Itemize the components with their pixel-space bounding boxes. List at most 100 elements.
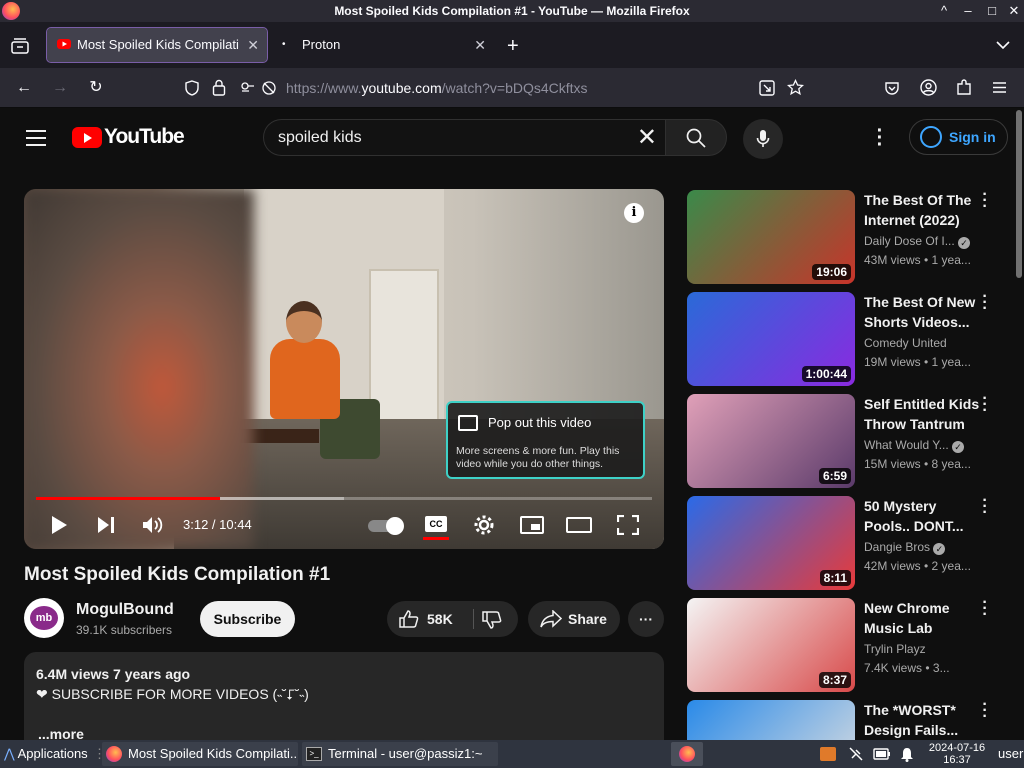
search-input[interactable]: spoiled kids ✕ xyxy=(263,119,665,156)
next-icon[interactable] xyxy=(94,511,118,539)
progress-bar[interactable] xyxy=(36,497,652,500)
fullscreen-icon[interactable] xyxy=(616,511,640,539)
clock[interactable]: 2024-07-16 16:37 xyxy=(925,742,989,766)
recommendation-title[interactable]: 50 Mystery Pools.. DONT... xyxy=(864,496,982,536)
miniplayer-icon[interactable] xyxy=(519,511,545,539)
like-count[interactable]: 58K xyxy=(427,601,453,637)
share-button[interactable]: Share xyxy=(528,601,620,637)
video-info-icon[interactable]: i xyxy=(624,203,644,223)
dislike-icon[interactable] xyxy=(482,611,502,629)
voice-search-button[interactable] xyxy=(743,119,783,159)
clear-search-icon[interactable]: ✕ xyxy=(637,120,657,155)
theater-mode-icon[interactable] xyxy=(566,511,592,539)
session-user[interactable]: user xyxy=(998,740,1023,768)
recommendation-thumbnail[interactable]: 8:11 xyxy=(687,496,855,590)
extensions-icon[interactable] xyxy=(956,79,972,96)
forward-icon[interactable]: → xyxy=(50,78,70,98)
account-icon[interactable] xyxy=(920,79,937,96)
recommendation-title[interactable]: The *WORST* Design Fails... xyxy=(864,700,982,740)
recommendation-channel: Comedy United xyxy=(864,336,947,350)
volume-icon[interactable] xyxy=(140,511,166,539)
recommendation-item[interactable]: 1:00:44 The Best Of New Shorts Videos... C… xyxy=(687,289,1005,386)
battery-icon[interactable] xyxy=(873,748,891,760)
sign-in-button[interactable]: Sign in xyxy=(909,119,1008,155)
taskbar-item-terminal[interactable]: >_ Terminal - user@passiz1:~ xyxy=(302,742,498,766)
recommendation-item[interactable]: 19:06 The Best Of The Internet (2022) Dail… xyxy=(687,187,1005,284)
recommendation-item[interactable]: 6:59 Self Entitled Kids Throw Tantrum |..… xyxy=(687,391,1005,488)
page-scrollbar[interactable] xyxy=(1016,110,1022,278)
list-all-tabs-icon[interactable] xyxy=(996,41,1010,50)
search-button[interactable] xyxy=(665,119,727,156)
window-minimize-button[interactable]: – xyxy=(956,0,980,22)
reload-icon[interactable]: ↻ xyxy=(86,78,106,98)
applications-menu[interactable]: ⋀ Applications xyxy=(4,740,88,768)
tray-app-icon[interactable] xyxy=(820,747,836,761)
menu-icon[interactable] xyxy=(992,81,1007,94)
back-icon[interactable]: ← xyxy=(14,78,34,98)
recommendation-thumbnail[interactable]: 6:59 xyxy=(687,394,855,488)
recommendation-title[interactable]: The Best Of The Internet (2022) xyxy=(864,190,982,230)
permissions-icon[interactable] xyxy=(240,80,278,96)
channel-avatar[interactable] xyxy=(24,598,64,638)
url-path: /watch?v=bDQs4Ckftxs xyxy=(441,80,588,96)
settings-more-icon[interactable]: · · · xyxy=(876,121,884,155)
recommendation-item[interactable]: 8:11 50 Mystery Pools.. DONT... Dangie Bro… xyxy=(687,493,1005,590)
network-disconnected-icon[interactable] xyxy=(848,746,864,762)
captions-button[interactable]: CC xyxy=(425,516,447,532)
channel-name[interactable]: MogulBound xyxy=(76,601,174,619)
description-box[interactable]: 6.4M views 7 years ago ❤ SUBSCRIBE FOR M… xyxy=(24,652,664,740)
lock-icon[interactable] xyxy=(212,79,226,96)
url-bar[interactable]: https://www.youtube.com/watch?v=bDQs4Ckf… xyxy=(286,80,588,96)
youtube-logo-icon[interactable] xyxy=(72,127,102,148)
subscribe-button[interactable]: Subscribe xyxy=(200,601,295,637)
window-shade-button[interactable]: ^ xyxy=(932,0,956,22)
view-recent-browsing-icon[interactable] xyxy=(11,38,29,54)
recommendation-title[interactable]: Self Entitled Kids Throw Tantrum |... xyxy=(864,394,982,434)
tab-close-icon[interactable]: ✕ xyxy=(474,28,486,62)
recommendation-menu-icon[interactable]: · · · xyxy=(981,595,989,623)
autoplay-toggle[interactable] xyxy=(368,517,404,535)
taskbar-item-firefox[interactable]: Most Spoiled Kids Compilati... xyxy=(102,742,298,766)
recommendation-menu-icon[interactable]: · · · xyxy=(981,187,989,215)
popout-tooltip[interactable]: Pop out this video More screens & more f… xyxy=(446,401,645,479)
recommendation-title[interactable]: The Best Of New Shorts Videos... xyxy=(864,292,982,332)
new-tab-button[interactable]: + xyxy=(507,35,519,58)
settings-gear-icon[interactable] xyxy=(472,511,496,539)
workspace-switcher[interactable] xyxy=(671,742,703,766)
recommendation-menu-icon[interactable]: · · · xyxy=(981,493,989,521)
clock-date: 2024-07-16 xyxy=(928,742,986,754)
tab-close-icon[interactable]: ✕ xyxy=(247,28,259,62)
bookmark-star-icon[interactable] xyxy=(787,79,804,96)
guide-menu-icon[interactable] xyxy=(26,130,46,151)
youtube-logo-text[interactable]: YouTube xyxy=(104,125,185,149)
applications-icon: ⋀ xyxy=(4,746,15,761)
tab-proton[interactable]: • Proton ✕ xyxy=(272,28,494,62)
recommendation-thumbnail[interactable] xyxy=(687,700,855,740)
show-more-link[interactable]: ...more xyxy=(38,726,84,740)
recommendation-menu-icon[interactable]: · · · xyxy=(981,391,989,419)
url-domain: youtube.com xyxy=(361,80,442,96)
nav-bar: ← → ↻ https://www.youtube.com/watch?v=bD… xyxy=(0,68,1024,108)
video-duration: 19:06 xyxy=(812,264,851,280)
video-player[interactable]: i Pop out this video More screens & more… xyxy=(24,189,664,549)
more-actions-button[interactable]: ··· xyxy=(628,601,664,637)
tab-youtube[interactable]: Most Spoiled Kids Compilati ✕ xyxy=(46,27,268,63)
recommendation-thumbnail[interactable]: 19:06 xyxy=(687,190,855,284)
notification-bell-icon[interactable] xyxy=(900,747,914,762)
recommendation-thumbnail[interactable]: 1:00:44 xyxy=(687,292,855,386)
window-maximize-button[interactable]: □ xyxy=(980,0,1004,22)
play-icon[interactable] xyxy=(48,511,70,539)
window-close-button[interactable]: ✕ xyxy=(1002,0,1024,22)
recommendation-thumbnail[interactable]: 8:37 xyxy=(687,598,855,692)
recommendation-title[interactable]: New Chrome Music Lab Song... xyxy=(864,598,982,638)
verified-icon: ✓ xyxy=(933,543,946,555)
tracking-protection-shield-icon[interactable] xyxy=(185,80,199,96)
picture-in-picture-icon[interactable] xyxy=(759,80,775,96)
recommendation-item[interactable]: 8:37 New Chrome Music Lab Song... Trylin P… xyxy=(687,595,1005,692)
like-icon[interactable] xyxy=(399,610,419,628)
recommendation-menu-icon[interactable]: · · · xyxy=(981,697,989,725)
recommendation-menu-icon[interactable]: · · · xyxy=(981,289,989,317)
recommendation-channel-name: Daily Dose Of I... xyxy=(864,234,955,248)
recommendation-item[interactable]: The *WORST* Design Fails... · · · xyxy=(687,697,1005,740)
pocket-icon[interactable] xyxy=(884,80,900,96)
